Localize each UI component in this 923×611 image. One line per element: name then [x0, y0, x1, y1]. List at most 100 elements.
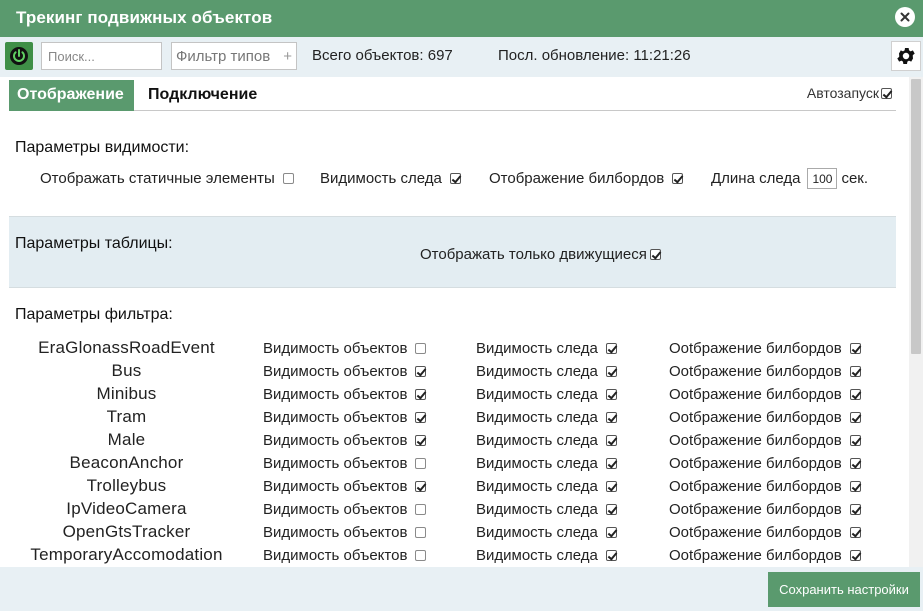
- trail-visibility-option: Видимость следа: [476, 524, 617, 541]
- type-filter-select[interactable]: Фильтр типов +: [171, 42, 297, 70]
- table-params-title: Параметры таблицы:: [15, 235, 173, 252]
- objects-visibility-option: Видимость объектов: [263, 409, 427, 426]
- objects-visibility-checkbox[interactable]: [415, 366, 427, 377]
- trail-visibility-checkbox[interactable]: [605, 527, 617, 538]
- trail-visibility-label: Видимость следа: [476, 363, 598, 380]
- gear-icon: [897, 48, 915, 64]
- title-bar: Трекинг подвижных объектов: [0, 0, 923, 37]
- objects-visibility-label: Видимость объектов: [263, 409, 408, 426]
- billboards-display-checkbox[interactable]: [849, 435, 861, 446]
- billboards-display-checkbox[interactable]: [849, 527, 861, 538]
- filter-type-name: Trolleybus: [86, 476, 167, 495]
- settings-button[interactable]: [891, 41, 921, 71]
- autostart-checkbox[interactable]: [881, 87, 892, 99]
- billboards-display-checkbox[interactable]: [849, 550, 861, 561]
- show-static-label: Отображать статичные элементы: [40, 170, 275, 187]
- trail-visibility-label: Видимость следа: [320, 170, 442, 187]
- billboards-checkbox[interactable]: [672, 173, 684, 184]
- trail-visibility-checkbox[interactable]: [605, 412, 617, 423]
- trail-visibility-label: Видимость следа: [476, 547, 598, 564]
- trail-visibility-checkbox[interactable]: [605, 435, 617, 446]
- filter-row: Tram Видимость объектов Видимость следа Oot…: [0, 407, 896, 430]
- filter-type-name: Bus: [111, 361, 142, 380]
- scrollbar-thumb[interactable]: [911, 79, 921, 354]
- trail-visibility-label: Видимость следа: [476, 478, 598, 495]
- objects-visibility-label: Видимость объектов: [263, 547, 408, 564]
- objects-visibility-checkbox[interactable]: [415, 504, 427, 515]
- billboards-display-option: Ootбражение билбордов: [669, 501, 861, 518]
- objects-visibility-label: Видимость объектов: [263, 455, 408, 472]
- objects-visibility-option: Видимость объектов: [263, 432, 427, 449]
- billboards-display-option: Ootбражение билбордов: [669, 547, 861, 564]
- objects-visibility-option: Видимость объектов: [263, 455, 427, 472]
- billboards-display-option: Ootбражение билбордов: [669, 455, 861, 472]
- billboards-display-checkbox[interactable]: [849, 481, 861, 492]
- billboards-display-option: Ootбражение билбордов: [669, 409, 861, 426]
- billboards-option: Отображение билбордов: [489, 170, 684, 187]
- objects-visibility-label: Видимость объектов: [263, 363, 408, 380]
- save-settings-button[interactable]: Сохранить настройки: [768, 572, 920, 607]
- objects-visibility-option: Видимость объектов: [263, 363, 427, 380]
- objects-visibility-label: Видимость объектов: [263, 340, 408, 357]
- show-static-option: Отображать статичные элементы: [40, 170, 294, 187]
- search-input[interactable]: [41, 42, 162, 70]
- billboards-display-label: Ootбражение билбордов: [669, 501, 842, 518]
- trail-visibility-option: Видимость следа: [476, 501, 617, 518]
- objects-visibility-label: Видимость объектов: [263, 501, 408, 518]
- objects-visibility-option: Видимость объектов: [263, 524, 427, 541]
- scrollbar[interactable]: [909, 77, 923, 567]
- billboards-display-option: Ootбражение билбордов: [669, 478, 861, 495]
- trail-visibility-checkbox[interactable]: [449, 173, 461, 184]
- filter-type-name: Minibus: [96, 384, 157, 403]
- objects-visibility-checkbox[interactable]: [415, 527, 427, 538]
- trail-visibility-checkbox[interactable]: [605, 504, 617, 515]
- objects-visibility-checkbox[interactable]: [415, 458, 427, 469]
- show-static-checkbox[interactable]: [282, 173, 294, 184]
- close-button[interactable]: [895, 7, 915, 27]
- billboards-display-checkbox[interactable]: [849, 412, 861, 423]
- objects-visibility-label: Видимость объектов: [263, 432, 408, 449]
- objects-visibility-checkbox[interactable]: [415, 389, 427, 400]
- trail-visibility-option: Видимость следа: [476, 386, 617, 403]
- trail-visibility-checkbox[interactable]: [605, 389, 617, 400]
- table-params-section: Параметры таблицы: Отображать только дви…: [9, 216, 896, 288]
- objects-visibility-checkbox[interactable]: [415, 435, 427, 446]
- tab-connection[interactable]: Подключение: [140, 80, 265, 111]
- objects-visibility-checkbox[interactable]: [415, 481, 427, 492]
- footer: Сохранить настройки: [0, 567, 923, 611]
- trail-visibility-checkbox[interactable]: [605, 366, 617, 377]
- toolbar: Фильтр типов + Всего объектов: 697 Посл.…: [0, 37, 923, 77]
- billboards-display-checkbox[interactable]: [849, 504, 861, 515]
- trail-visibility-option: Видимость следа: [476, 432, 617, 449]
- trail-visibility-checkbox[interactable]: [605, 458, 617, 469]
- filter-type-name: BeaconAnchor: [69, 453, 184, 472]
- billboards-display-checkbox[interactable]: [849, 343, 861, 354]
- trail-length-unit: сек.: [841, 170, 869, 187]
- power-button[interactable]: [5, 42, 33, 70]
- billboards-display-checkbox[interactable]: [849, 458, 861, 469]
- moving-only-option: Отображать только движущиеся: [420, 246, 661, 263]
- tab-display[interactable]: Отображение: [9, 80, 134, 111]
- filter-section-title: Параметры фильтра:: [15, 306, 173, 323]
- trail-visibility-option: Видимость следа: [476, 547, 617, 564]
- objects-visibility-checkbox[interactable]: [415, 412, 427, 423]
- billboards-display-checkbox[interactable]: [849, 389, 861, 400]
- moving-only-checkbox[interactable]: [649, 249, 661, 260]
- billboards-display-label: Ootбражение билбордов: [669, 409, 842, 426]
- filter-row: IpVideoCamera Видимость объектов Видимость…: [0, 499, 896, 522]
- trail-length-label: Длина следа: [711, 170, 801, 187]
- billboards-display-label: Ootбражение билбордов: [669, 386, 842, 403]
- billboards-display-option: Ootбражение билбордов: [669, 524, 861, 541]
- objects-visibility-checkbox[interactable]: [415, 550, 427, 561]
- objects-visibility-checkbox[interactable]: [415, 343, 427, 354]
- trail-visibility-checkbox[interactable]: [605, 343, 617, 354]
- filter-row: Bus Видимость объектов Видимость следа Ootб…: [0, 361, 896, 384]
- billboards-display-checkbox[interactable]: [849, 366, 861, 377]
- objects-visibility-option: Видимость объектов: [263, 478, 427, 495]
- billboards-display-label: Ootбражение билбордов: [669, 524, 842, 541]
- billboards-display-option: Ootбражение билбордов: [669, 386, 861, 403]
- trail-length-input[interactable]: [807, 168, 838, 189]
- filter-row: Minibus Видимость объектов Видимость следа…: [0, 384, 896, 407]
- trail-visibility-checkbox[interactable]: [605, 481, 617, 492]
- trail-visibility-checkbox[interactable]: [605, 550, 617, 561]
